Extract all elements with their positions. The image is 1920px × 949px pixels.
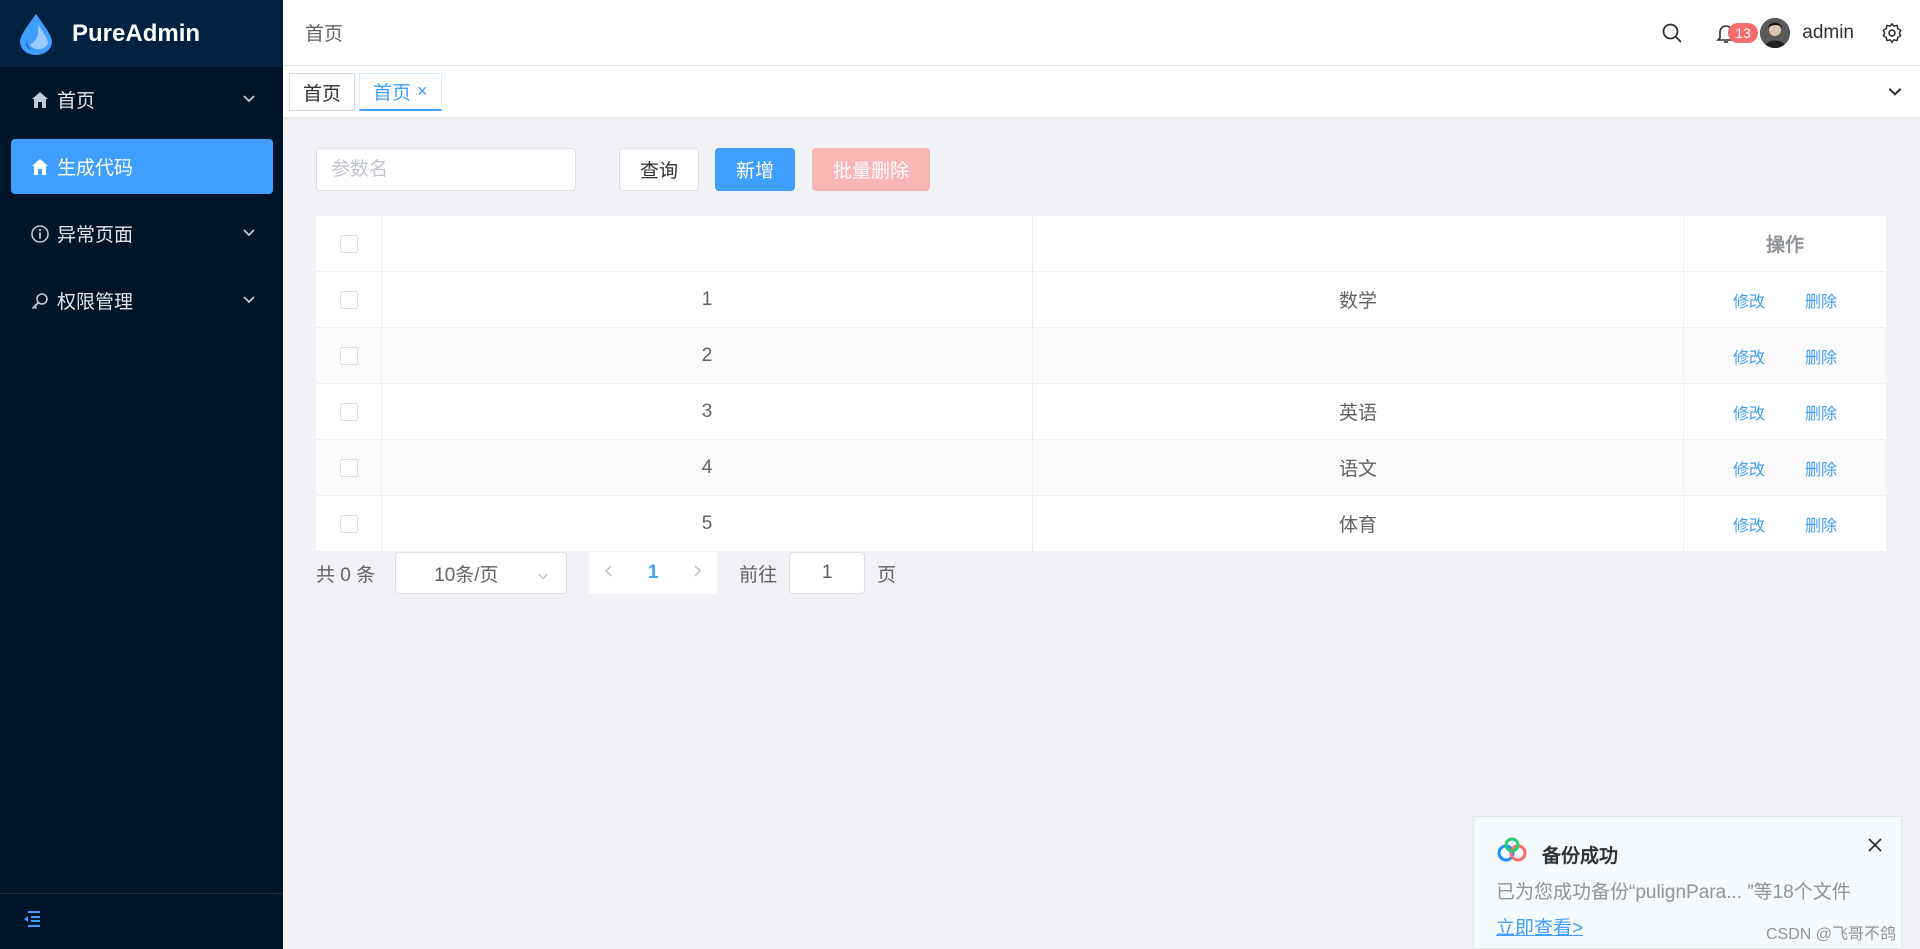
query-button[interactable]: 查询	[619, 148, 699, 191]
cell-id: 5	[382, 496, 1033, 551]
edit-link[interactable]: 修改	[1733, 344, 1765, 368]
close-icon[interactable]: ×	[417, 81, 428, 102]
app-name: PureAdmin	[72, 19, 201, 47]
sidebar-item-label: 生成代码	[57, 158, 134, 179]
tag-home[interactable]: 首页	[289, 73, 356, 111]
cell-name: 体育	[1033, 496, 1684, 551]
goto-page-input[interactable]: 1	[789, 552, 866, 594]
param-name-input[interactable]	[316, 148, 576, 191]
select-all-checkbox[interactable]	[339, 234, 358, 253]
close-icon[interactable]	[1867, 837, 1883, 858]
username[interactable]: admin	[1802, 22, 1854, 44]
tags-bar: 首页 首页 ×	[283, 66, 1920, 118]
goto-page-value: 1	[821, 562, 833, 583]
tag-label: 首页	[373, 83, 412, 104]
table-row: 2 修改 删除	[316, 328, 1886, 384]
toast-title: 备份成功	[1542, 846, 1619, 867]
column-header-id	[382, 216, 1033, 271]
avatar[interactable]	[1760, 18, 1791, 48]
page-size-value: 10条/页	[434, 564, 499, 586]
row-checkbox[interactable]	[339, 346, 358, 365]
chevron-down-icon	[536, 567, 550, 589]
menu-fold-icon[interactable]	[22, 910, 42, 933]
page-unit-label: 页	[877, 564, 897, 586]
home-icon	[29, 89, 51, 111]
page-navigator: 1	[589, 552, 718, 594]
info-icon	[29, 223, 51, 245]
sidebar-item-home[interactable]: 首页	[11, 72, 273, 127]
chevron-down-icon	[241, 291, 257, 313]
table-header-row: 操作	[316, 216, 1886, 272]
tag-home-active[interactable]: 首页 ×	[359, 73, 442, 111]
table-row: 5 体育 修改 删除	[316, 496, 1886, 552]
delete-link[interactable]: 删除	[1805, 512, 1837, 536]
toast-message: 已为您成功备份“pulignPara... ”等18个文件	[1496, 882, 1851, 903]
cell-name: 数学	[1033, 272, 1684, 327]
sidebar-item-label: 首页	[57, 91, 96, 112]
breadcrumb[interactable]: 首页	[305, 19, 343, 46]
edit-link[interactable]: 修改	[1733, 400, 1765, 424]
cell-id: 3	[382, 384, 1033, 439]
delete-link[interactable]: 删除	[1805, 288, 1837, 312]
watermark: CSDN @飞哥不鸽	[1766, 926, 1897, 943]
cell-id: 4	[382, 440, 1033, 495]
data-table: 操作 1 数学 修改 删除 2 修改 删除 3 英语 修改 删除 4 语文 修改	[316, 216, 1886, 552]
cell-name: 语文	[1033, 440, 1684, 495]
gear-icon[interactable]	[1872, 13, 1912, 53]
key-icon	[29, 290, 51, 312]
current-page-number[interactable]: 1	[648, 562, 659, 584]
home-icon	[29, 156, 51, 178]
column-header-actions: 操作	[1765, 235, 1804, 256]
page-size-select[interactable]: 10条/页	[395, 552, 568, 594]
notification-badge: 13	[1728, 23, 1758, 43]
logo-icon	[20, 13, 52, 55]
view-now-link[interactable]: 立即查看>	[1496, 913, 1583, 940]
notification-bell[interactable]: 13	[1706, 13, 1758, 53]
cell-name: 英语	[1033, 384, 1684, 439]
sidebar-item-generate-code[interactable]: 生成代码	[11, 139, 273, 194]
logo[interactable]: PureAdmin	[0, 0, 283, 67]
chevron-right-icon[interactable]	[691, 562, 703, 584]
edit-link[interactable]: 修改	[1733, 512, 1765, 536]
sidebar-item-label: 权限管理	[57, 292, 134, 313]
tag-label: 首页	[303, 83, 342, 105]
batch-delete-button[interactable]: 批量删除	[812, 148, 930, 191]
row-checkbox[interactable]	[339, 514, 358, 533]
sidebar-item-error-pages[interactable]: 异常页面	[11, 206, 273, 261]
edit-link[interactable]: 修改	[1733, 288, 1765, 312]
sidebar: PureAdmin 首页 生成代码 异常页面 权限管理	[0, 0, 283, 949]
pagination: 共 0 条 10条/页 1 前往 1 页	[316, 552, 896, 594]
delete-link[interactable]: 删除	[1805, 344, 1837, 368]
delete-link[interactable]: 删除	[1805, 400, 1837, 424]
table-row: 4 语文 修改 删除	[316, 440, 1886, 496]
cell-id: 1	[382, 272, 1033, 327]
table-row: 3 英语 修改 删除	[316, 384, 1886, 440]
delete-link[interactable]: 删除	[1805, 456, 1837, 480]
table-row: 1 数学 修改 删除	[316, 272, 1886, 328]
pagination-total: 共 0 条	[316, 564, 376, 586]
chevron-down-icon	[241, 90, 257, 112]
row-checkbox[interactable]	[339, 458, 358, 477]
row-checkbox[interactable]	[339, 402, 358, 421]
column-header-name	[1033, 216, 1684, 271]
cloud-backup-icon	[1496, 837, 1528, 870]
top-header: 首页 13 admin	[283, 0, 1920, 66]
chevron-left-icon[interactable]	[603, 562, 615, 584]
sidebar-footer	[0, 893, 283, 949]
chevron-down-icon	[241, 224, 257, 246]
sidebar-item-permission[interactable]: 权限管理	[11, 273, 273, 328]
cell-id: 2	[382, 328, 1033, 383]
row-checkbox[interactable]	[339, 290, 358, 309]
add-button[interactable]: 新增	[715, 148, 795, 191]
goto-label: 前往	[739, 564, 778, 586]
search-icon[interactable]	[1652, 13, 1692, 53]
edit-link[interactable]: 修改	[1733, 456, 1765, 480]
chevron-down-icon[interactable]	[1886, 82, 1904, 105]
sidebar-item-label: 异常页面	[57, 225, 134, 246]
cell-name	[1033, 328, 1684, 383]
